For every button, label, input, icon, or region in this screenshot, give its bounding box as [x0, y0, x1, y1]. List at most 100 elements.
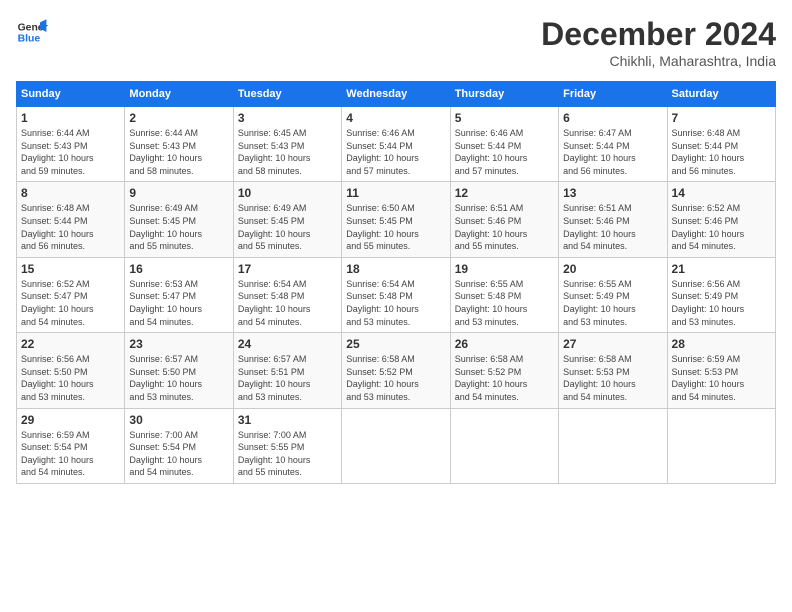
day-number: 15 — [21, 262, 120, 276]
col-monday: Monday — [125, 82, 233, 107]
day-number: 19 — [455, 262, 554, 276]
calendar-cell: 29 Sunrise: 6:59 AM Sunset: 5:54 PM Dayli… — [17, 408, 125, 483]
day-number: 24 — [238, 337, 337, 351]
day-info: Sunrise: 6:54 AM Sunset: 5:48 PM Dayligh… — [346, 278, 445, 328]
day-number: 20 — [563, 262, 662, 276]
logo-icon: General Blue — [16, 16, 48, 48]
day-info: Sunrise: 6:55 AM Sunset: 5:48 PM Dayligh… — [455, 278, 554, 328]
day-number: 17 — [238, 262, 337, 276]
day-number: 8 — [21, 186, 120, 200]
day-number: 14 — [672, 186, 771, 200]
calendar-cell: 3 Sunrise: 6:45 AM Sunset: 5:43 PM Daylig… — [233, 107, 341, 182]
calendar-week-3: 15 Sunrise: 6:52 AM Sunset: 5:47 PM Dayli… — [17, 257, 776, 332]
calendar-cell: 9 Sunrise: 6:49 AM Sunset: 5:45 PM Daylig… — [125, 182, 233, 257]
col-wednesday: Wednesday — [342, 82, 450, 107]
calendar-cell: 6 Sunrise: 6:47 AM Sunset: 5:44 PM Daylig… — [559, 107, 667, 182]
logo: General Blue — [16, 16, 48, 48]
day-info: Sunrise: 6:48 AM Sunset: 5:44 PM Dayligh… — [672, 127, 771, 177]
day-number: 21 — [672, 262, 771, 276]
day-info: Sunrise: 6:52 AM Sunset: 5:47 PM Dayligh… — [21, 278, 120, 328]
calendar-cell: 13 Sunrise: 6:51 AM Sunset: 5:46 PM Dayli… — [559, 182, 667, 257]
day-info: Sunrise: 6:45 AM Sunset: 5:43 PM Dayligh… — [238, 127, 337, 177]
calendar-cell: 16 Sunrise: 6:53 AM Sunset: 5:47 PM Dayli… — [125, 257, 233, 332]
day-number: 23 — [129, 337, 228, 351]
calendar-cell: 5 Sunrise: 6:46 AM Sunset: 5:44 PM Daylig… — [450, 107, 558, 182]
day-number: 12 — [455, 186, 554, 200]
calendar-week-2: 8 Sunrise: 6:48 AM Sunset: 5:44 PM Daylig… — [17, 182, 776, 257]
calendar-cell: 28 Sunrise: 6:59 AM Sunset: 5:53 PM Dayli… — [667, 333, 775, 408]
day-info: Sunrise: 6:55 AM Sunset: 5:49 PM Dayligh… — [563, 278, 662, 328]
calendar-cell: 22Sunrise: 6:56 AM Sunset: 5:50 PM Dayli… — [17, 333, 125, 408]
day-info: Sunrise: 6:52 AM Sunset: 5:46 PM Dayligh… — [672, 202, 771, 252]
day-number: 29 — [21, 413, 120, 427]
day-number: 13 — [563, 186, 662, 200]
day-info: Sunrise: 6:46 AM Sunset: 5:44 PM Dayligh… — [455, 127, 554, 177]
day-info: Sunrise: 6:49 AM Sunset: 5:45 PM Dayligh… — [238, 202, 337, 252]
calendar-cell: 21 Sunrise: 6:56 AM Sunset: 5:49 PM Dayli… — [667, 257, 775, 332]
day-info: Sunrise: 6:59 AM Sunset: 5:54 PM Dayligh… — [21, 429, 120, 479]
day-info: Sunrise: 6:44 AM Sunset: 5:43 PM Dayligh… — [129, 127, 228, 177]
calendar-cell — [559, 408, 667, 483]
day-number: 31 — [238, 413, 337, 427]
calendar-cell — [450, 408, 558, 483]
calendar-cell: 20 Sunrise: 6:55 AM Sunset: 5:49 PM Dayli… — [559, 257, 667, 332]
month-title: December 2024 — [541, 16, 776, 53]
day-number: 18 — [346, 262, 445, 276]
calendar-cell: 30Sunrise: 7:00 AM Sunset: 5:54 PM Dayli… — [125, 408, 233, 483]
day-info: Sunrise: 6:53 AM Sunset: 5:47 PM Dayligh… — [129, 278, 228, 328]
day-info: Sunrise: 6:44 AM Sunset: 5:43 PM Dayligh… — [21, 127, 120, 177]
day-number: 6 — [563, 111, 662, 125]
calendar-cell: 27Sunrise: 6:58 AM Sunset: 5:53 PM Dayli… — [559, 333, 667, 408]
calendar-cell: 15 Sunrise: 6:52 AM Sunset: 5:47 PM Dayli… — [17, 257, 125, 332]
calendar-cell: 1Sunrise: 6:44 AM Sunset: 5:43 PM Daylig… — [17, 107, 125, 182]
day-info: Sunrise: 7:00 AM Sunset: 5:55 PM Dayligh… — [238, 429, 337, 479]
calendar-cell: 17 Sunrise: 6:54 AM Sunset: 5:48 PM Dayli… — [233, 257, 341, 332]
calendar-table: Sunday Monday Tuesday Wednesday Thursday… — [16, 81, 776, 484]
col-saturday: Saturday — [667, 82, 775, 107]
day-info: Sunrise: 6:48 AM Sunset: 5:44 PM Dayligh… — [21, 202, 120, 252]
calendar-cell: 14 Sunrise: 6:52 AM Sunset: 5:46 PM Dayli… — [667, 182, 775, 257]
calendar-cell: 7Sunrise: 6:48 AM Sunset: 5:44 PM Daylig… — [667, 107, 775, 182]
day-number: 25 — [346, 337, 445, 351]
day-info: Sunrise: 6:56 AM Sunset: 5:50 PM Dayligh… — [21, 353, 120, 403]
calendar-cell: 25Sunrise: 6:58 AM Sunset: 5:52 PM Dayli… — [342, 333, 450, 408]
day-number: 5 — [455, 111, 554, 125]
day-number: 11 — [346, 186, 445, 200]
col-friday: Friday — [559, 82, 667, 107]
day-number: 3 — [238, 111, 337, 125]
day-info: Sunrise: 6:51 AM Sunset: 5:46 PM Dayligh… — [563, 202, 662, 252]
day-info: Sunrise: 6:49 AM Sunset: 5:45 PM Dayligh… — [129, 202, 228, 252]
calendar-cell: 26Sunrise: 6:58 AM Sunset: 5:52 PM Dayli… — [450, 333, 558, 408]
day-number: 10 — [238, 186, 337, 200]
calendar-cell: 2 Sunrise: 6:44 AM Sunset: 5:43 PM Daylig… — [125, 107, 233, 182]
svg-text:Blue: Blue — [18, 34, 41, 45]
day-info: Sunrise: 7:00 AM Sunset: 5:54 PM Dayligh… — [129, 429, 228, 479]
calendar-week-4: 22Sunrise: 6:56 AM Sunset: 5:50 PM Dayli… — [17, 333, 776, 408]
calendar-week-1: 1Sunrise: 6:44 AM Sunset: 5:43 PM Daylig… — [17, 107, 776, 182]
calendar-week-5: 29 Sunrise: 6:59 AM Sunset: 5:54 PM Dayli… — [17, 408, 776, 483]
day-info: Sunrise: 6:57 AM Sunset: 5:50 PM Dayligh… — [129, 353, 228, 403]
calendar-cell: 18 Sunrise: 6:54 AM Sunset: 5:48 PM Dayli… — [342, 257, 450, 332]
calendar-cell: 11Sunrise: 6:50 AM Sunset: 5:45 PM Dayli… — [342, 182, 450, 257]
day-number: 9 — [129, 186, 228, 200]
calendar-cell — [667, 408, 775, 483]
day-number: 16 — [129, 262, 228, 276]
calendar-cell: 31 Sunrise: 7:00 AM Sunset: 5:55 PM Dayli… — [233, 408, 341, 483]
calendar-cell: 19 Sunrise: 6:55 AM Sunset: 5:48 PM Dayli… — [450, 257, 558, 332]
day-info: Sunrise: 6:59 AM Sunset: 5:53 PM Dayligh… — [672, 353, 771, 403]
day-number: 26 — [455, 337, 554, 351]
calendar-cell — [342, 408, 450, 483]
header-row: Sunday Monday Tuesday Wednesday Thursday… — [17, 82, 776, 107]
day-number: 2 — [129, 111, 228, 125]
day-number: 28 — [672, 337, 771, 351]
calendar-cell: 12Sunrise: 6:51 AM Sunset: 5:46 PM Dayli… — [450, 182, 558, 257]
day-number: 4 — [346, 111, 445, 125]
col-tuesday: Tuesday — [233, 82, 341, 107]
day-info: Sunrise: 6:54 AM Sunset: 5:48 PM Dayligh… — [238, 278, 337, 328]
calendar-cell: 4Sunrise: 6:46 AM Sunset: 5:44 PM Daylig… — [342, 107, 450, 182]
calendar-cell: 24Sunrise: 6:57 AM Sunset: 5:51 PM Dayli… — [233, 333, 341, 408]
day-info: Sunrise: 6:56 AM Sunset: 5:49 PM Dayligh… — [672, 278, 771, 328]
day-info: Sunrise: 6:47 AM Sunset: 5:44 PM Dayligh… — [563, 127, 662, 177]
col-sunday: Sunday — [17, 82, 125, 107]
col-thursday: Thursday — [450, 82, 558, 107]
